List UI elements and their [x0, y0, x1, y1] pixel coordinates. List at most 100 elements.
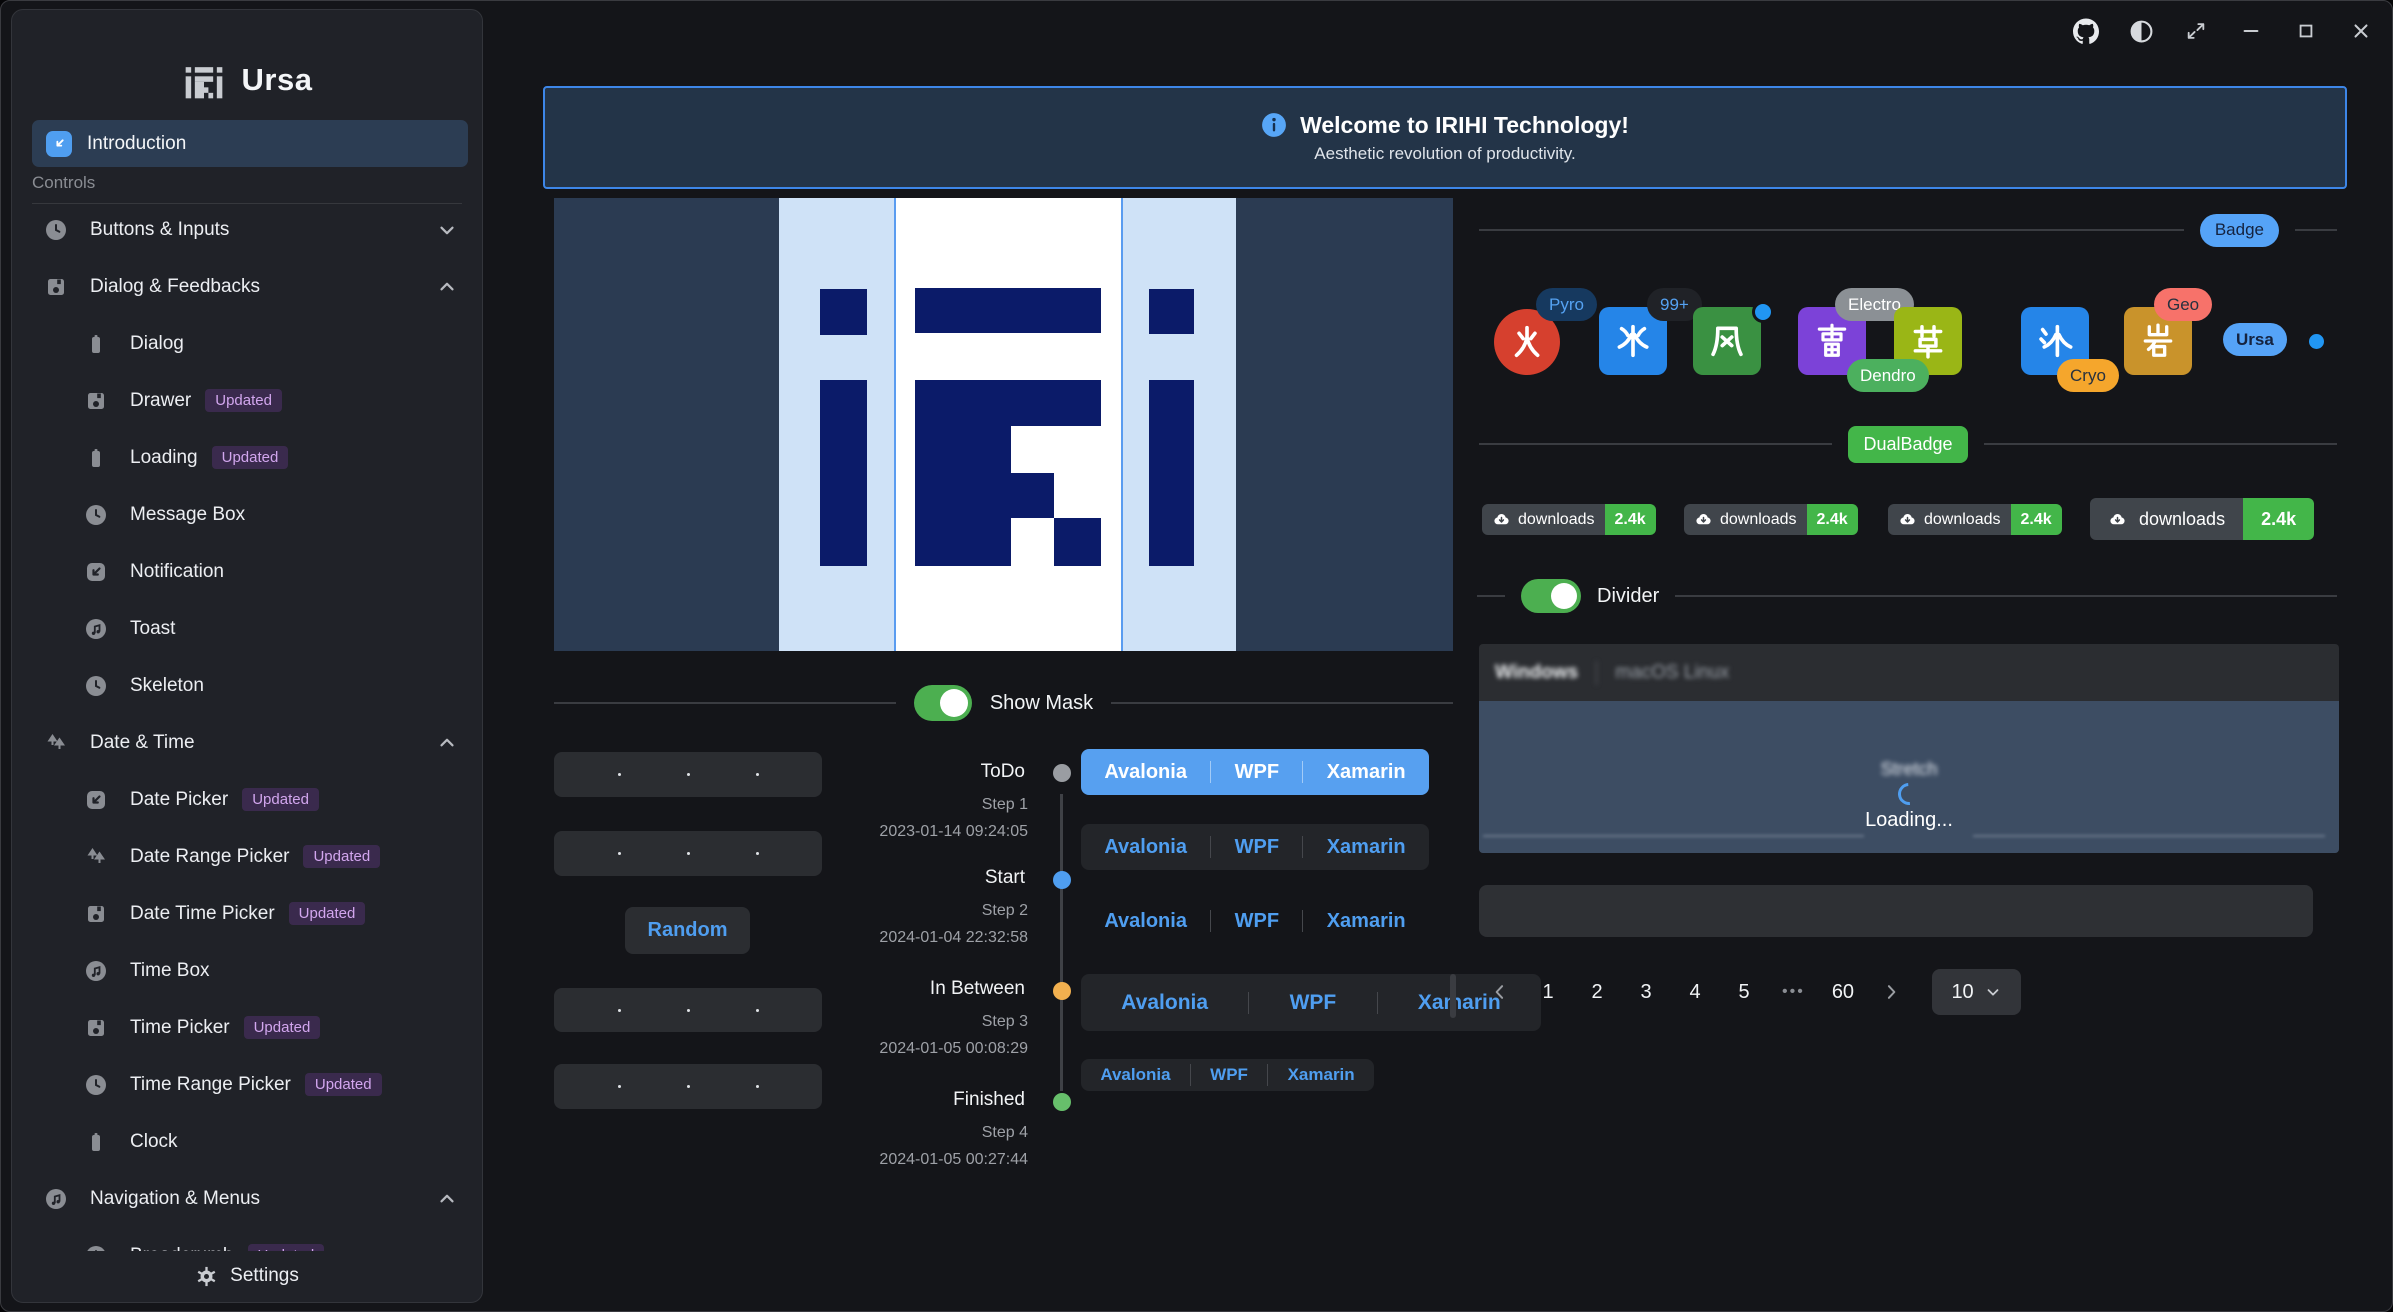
- framework-button-group: Avalonia WPF Xamarin: [1081, 1059, 1374, 1091]
- cloud-download-icon: [2108, 510, 2127, 529]
- button-wpf[interactable]: WPF: [1210, 1065, 1248, 1085]
- sidebar-item-label: Loading: [130, 447, 198, 469]
- thunder-glyph-icon: [1813, 322, 1851, 360]
- divider-demo-row: Divider: [1477, 578, 2337, 614]
- downloads-dual-badge: downloads2.4k: [2090, 498, 2314, 540]
- maximize-icon[interactable]: [2293, 18, 2319, 44]
- button-wpf[interactable]: WPF: [1235, 836, 1279, 859]
- ice-glyph-icon: [2036, 322, 2074, 360]
- button-wpf[interactable]: WPF: [1235, 910, 1279, 933]
- logo-block: [1149, 289, 1194, 334]
- stretch-label: Stretch: [1479, 759, 2339, 780]
- divider-line: [1479, 443, 1832, 445]
- date-input[interactable]: [554, 831, 822, 876]
- date-input[interactable]: [554, 988, 822, 1032]
- sidebar-item-navigation-menus[interactable]: Navigation & Menus: [12, 1170, 482, 1227]
- logo-mask-demo: [554, 198, 1453, 651]
- sidebar-item-date-time[interactable]: Date & Time: [12, 714, 482, 771]
- sidebar-item-date-time-picker[interactable]: Date Time PickerUpdated: [12, 885, 482, 942]
- sidebar-item-label: Notification: [130, 561, 224, 583]
- updated-badge: Updated: [303, 845, 380, 868]
- page-size-select[interactable]: 10: [1932, 969, 2021, 1015]
- badge-dot-icon: [1752, 301, 1774, 323]
- sidebar-item-time-range-picker[interactable]: Time Range PickerUpdated: [12, 1056, 482, 1113]
- framework-button-group: Avalonia WPF Xamarin: [1081, 902, 1429, 940]
- button-wpf[interactable]: WPF: [1290, 991, 1337, 1015]
- separator: [1248, 992, 1249, 1014]
- button-avalonia[interactable]: Avalonia: [1121, 991, 1208, 1015]
- close-icon[interactable]: [2348, 18, 2374, 44]
- sidebar-item-toast[interactable]: Toast: [12, 600, 482, 657]
- sidebar-item-drawer[interactable]: DrawerUpdated: [12, 372, 482, 429]
- divider-line: [1483, 835, 1864, 837]
- button-wpf[interactable]: WPF: [1235, 761, 1279, 784]
- sidebar-item-label: Time Picker: [130, 1017, 230, 1039]
- scrollbar-thumb[interactable]: [1450, 974, 1456, 1018]
- sidebar-item-date-picker[interactable]: Date PickerUpdated: [12, 771, 482, 828]
- sidebar-item-clock[interactable]: Clock: [12, 1113, 482, 1170]
- github-icon[interactable]: [2073, 18, 2099, 44]
- page-button-last[interactable]: 60: [1832, 981, 1854, 1004]
- sidebar-item-date-range-picker[interactable]: Date Range PickerUpdated: [12, 828, 482, 885]
- divider-line: [1111, 702, 1453, 704]
- button-avalonia[interactable]: Avalonia: [1104, 910, 1187, 933]
- button-avalonia[interactable]: Avalonia: [1100, 1065, 1170, 1085]
- page-button-3[interactable]: 3: [1635, 981, 1657, 1004]
- badge-dot-icon: [2309, 334, 2324, 349]
- tab-macos-linux[interactable]: macOS Linux: [1615, 662, 1729, 684]
- sidebar-item-loading[interactable]: LoadingUpdated: [12, 429, 482, 486]
- sidebar-item-buttons-inputs[interactable]: Buttons & Inputs: [12, 201, 482, 258]
- button-xamarin[interactable]: Xamarin: [1327, 910, 1406, 933]
- badge-divider-label: Badge: [2200, 214, 2279, 247]
- separator: [1210, 761, 1211, 783]
- separator: [1377, 992, 1378, 1014]
- fire-glyph-icon: [1508, 323, 1546, 361]
- step-dot-icon: [1053, 982, 1071, 1000]
- dual-badge-left: downloads: [2139, 509, 2225, 530]
- button-avalonia[interactable]: Avalonia: [1104, 761, 1187, 784]
- text-input[interactable]: [1479, 885, 2313, 937]
- tab-windows[interactable]: Windows: [1495, 662, 1578, 684]
- sidebar-item-skeleton[interactable]: Skeleton: [12, 657, 482, 714]
- floppy-icon: [84, 1016, 108, 1040]
- sidebar-item-notification[interactable]: Notification: [12, 543, 482, 600]
- settings-button[interactable]: Settings: [13, 1251, 481, 1301]
- show-mask-toggle[interactable]: [914, 685, 972, 721]
- dualbadge-divider-label: DualBadge: [1848, 426, 1967, 463]
- sidebar-item-dialog-feedbacks[interactable]: Dialog & Feedbacks: [12, 258, 482, 315]
- minimize-icon[interactable]: [2238, 18, 2264, 44]
- page-button-2[interactable]: 2: [1586, 981, 1608, 1004]
- theme-contrast-icon[interactable]: [2128, 18, 2154, 44]
- titlebar: [2073, 11, 2374, 51]
- button-xamarin[interactable]: Xamarin: [1288, 1065, 1355, 1085]
- divider-toggle[interactable]: [1521, 579, 1581, 613]
- date-input[interactable]: [554, 752, 822, 797]
- page-button-4[interactable]: 4: [1684, 981, 1706, 1004]
- dual-badge-left: downloads: [1518, 511, 1595, 529]
- sidebar-item-introduction[interactable]: Introduction: [32, 120, 468, 167]
- sidebar-item-dialog[interactable]: Dialog: [12, 315, 482, 372]
- sidebar-item-message-box[interactable]: Message Box: [12, 486, 482, 543]
- button-xamarin[interactable]: Xamarin: [1327, 836, 1406, 859]
- updated-badge: Updated: [244, 1016, 321, 1039]
- dual-badge-right: 2.4k: [2011, 504, 2062, 535]
- button-xamarin[interactable]: Xamarin: [1418, 991, 1501, 1015]
- date-input[interactable]: [554, 1064, 822, 1109]
- page-button-1[interactable]: 1: [1537, 981, 1559, 1004]
- random-button[interactable]: Random: [625, 907, 750, 954]
- button-avalonia[interactable]: Avalonia: [1104, 836, 1187, 859]
- chevron-right-icon[interactable]: [1881, 982, 1901, 1002]
- sidebar-item-label: Time Box: [130, 960, 210, 982]
- badge-pill-cryo: Cryo: [2057, 359, 2119, 392]
- fullscreen-icon[interactable]: [2183, 18, 2209, 44]
- step-subtitle: Step 1: [841, 796, 1028, 814]
- framework-button-group: Avalonia WPF Xamarin: [1081, 824, 1429, 870]
- page-button-5[interactable]: 5: [1733, 981, 1755, 1004]
- loading-body: Stretch Loading...: [1479, 701, 2339, 853]
- rock-glyph-icon: [2139, 322, 2177, 360]
- sidebar-item-time-picker[interactable]: Time Picker Updated: [12, 999, 482, 1056]
- page-ellipsis[interactable]: •••: [1782, 983, 1805, 1001]
- chevron-left-icon[interactable]: [1490, 982, 1510, 1002]
- sidebar-item-time-box[interactable]: Time Box: [12, 942, 482, 999]
- button-xamarin[interactable]: Xamarin: [1327, 761, 1406, 784]
